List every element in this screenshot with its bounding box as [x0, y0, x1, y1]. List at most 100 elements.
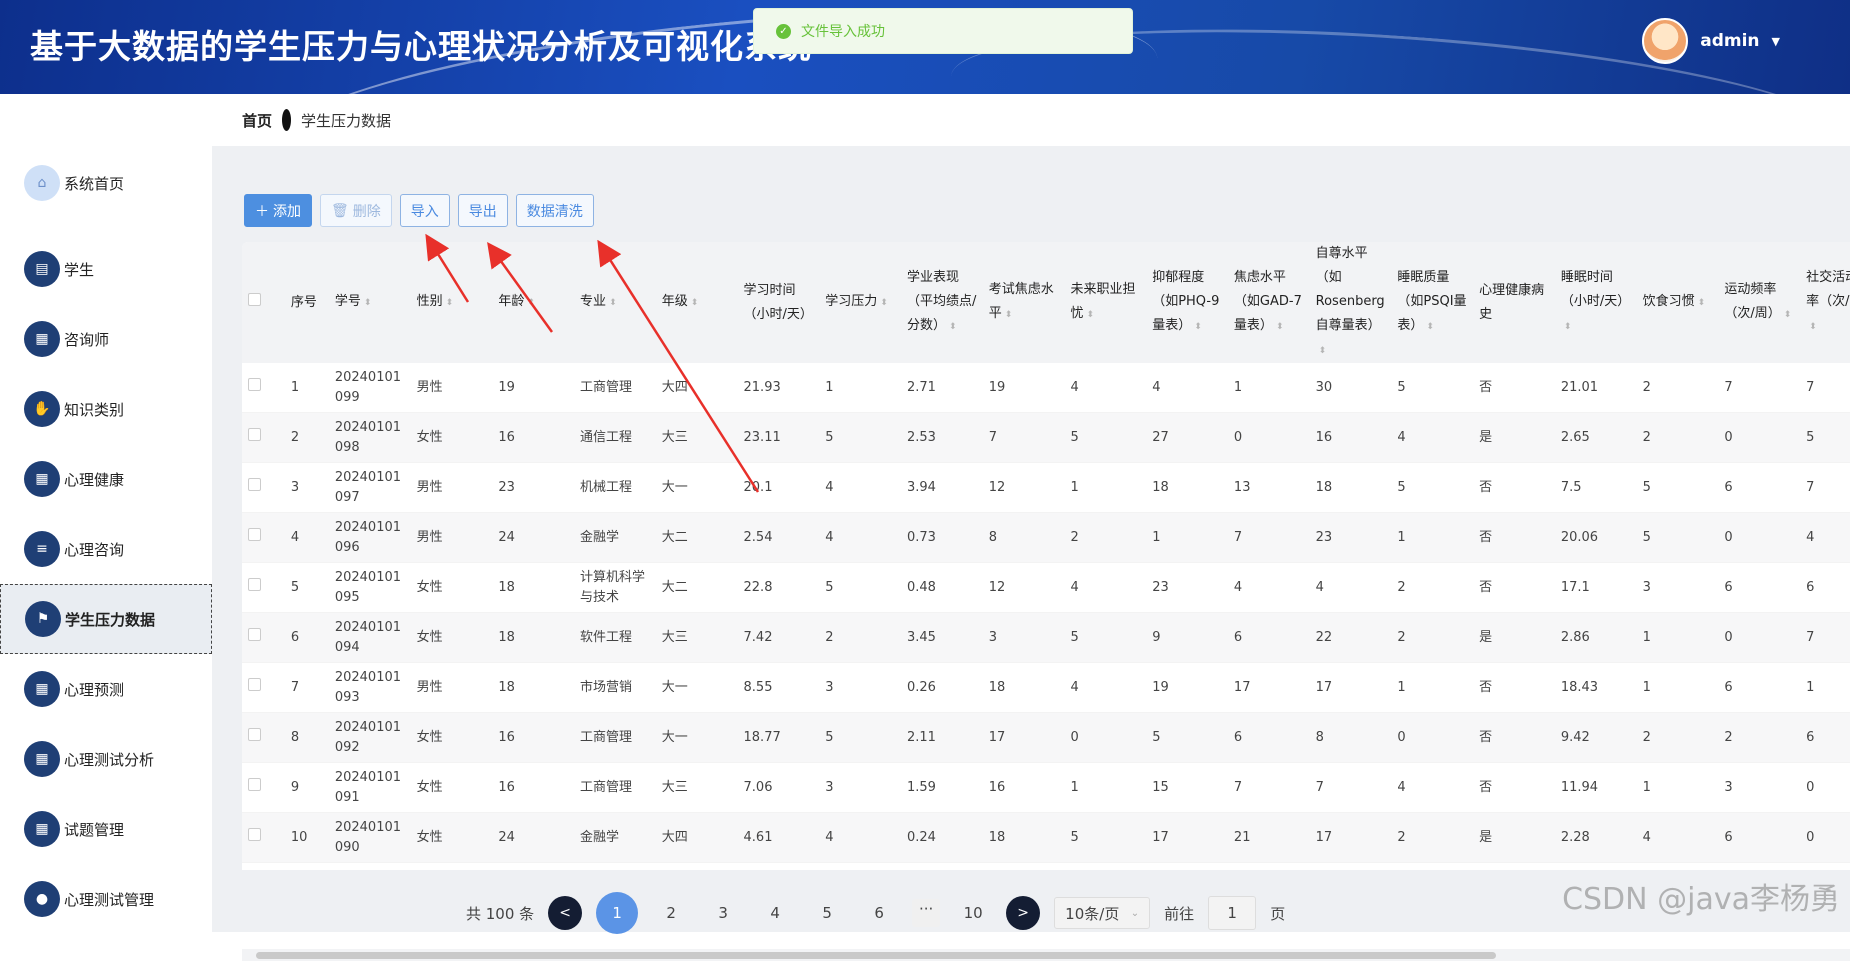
row-checkbox[interactable] — [248, 677, 261, 691]
sidebar-item[interactable]: ▦ 心理预测 — [0, 654, 212, 724]
row-checkbox-cell[interactable] — [242, 562, 285, 613]
sort-icon[interactable]: ⬍ — [1564, 322, 1572, 332]
page-4[interactable]: 4 — [756, 904, 794, 922]
row-checkbox[interactable] — [248, 377, 261, 391]
delete-button[interactable]: 🗑 删除 — [320, 194, 392, 227]
username[interactable]: admin — [1700, 31, 1759, 51]
row-checkbox-cell[interactable] — [242, 612, 285, 663]
sidebar-item[interactable]: ⌂ 系统首页 — [0, 148, 212, 218]
column-header[interactable]: 饮食习惯 ⬍ — [1636, 242, 1719, 363]
prev-page-button[interactable]: < — [548, 896, 583, 930]
sort-icon[interactable]: ⬍ — [1276, 322, 1284, 332]
horizontal-scrollbar[interactable] — [242, 949, 1850, 961]
sort-icon[interactable]: ⬍ — [1086, 310, 1094, 320]
row-checkbox-cell[interactable] — [242, 762, 285, 813]
row-checkbox-cell[interactable] — [242, 512, 285, 563]
column-header[interactable]: 抑郁程度（如PHQ-9量表） ⬍ — [1146, 242, 1228, 363]
sort-icon[interactable]: ⬍ — [1784, 310, 1792, 320]
more-pages-icon[interactable]: ··· — [912, 899, 941, 927]
table-row[interactable]: 2 20240101098 女性 16 通信工程 大三 23.11 5 2.53 7 5 27 0 16 4… — [242, 412, 1850, 463]
goto-page-input[interactable]: 1 — [1208, 896, 1257, 930]
sidebar-item[interactable]: ▦ 心理健康 — [0, 444, 212, 514]
table-row[interactable]: 9 20240101091 女性 16 工商管理 大三 7.06 3 1.59 16 1 15 7 7 4 否… — [242, 762, 1850, 813]
sort-icon[interactable]: ⬍ — [609, 298, 617, 308]
sort-icon[interactable]: ⬍ — [1194, 322, 1202, 332]
column-header[interactable]: 社交活动频率（次/周） ⬍ — [1800, 242, 1850, 363]
table-row[interactable]: 7 20240101093 男性 18 市场营销 大一 8.55 3 0.26 18 4 19 17 17… — [242, 662, 1850, 713]
avatar[interactable] — [1642, 18, 1689, 64]
chevron-down-icon[interactable]: ▼ — [1772, 35, 1780, 48]
row-checkbox[interactable] — [248, 827, 261, 841]
sidebar-item[interactable]: ✋ 知识类别 — [0, 374, 212, 444]
sort-icon[interactable]: ⬍ — [1698, 298, 1706, 308]
row-checkbox-cell[interactable] — [242, 662, 285, 713]
sidebar-item[interactable]: ▤ 学生 — [0, 234, 212, 304]
row-checkbox[interactable] — [248, 727, 261, 741]
table-row[interactable]: 8 20240101092 女性 16 工商管理 大一 18.77 5 2.11 17 0 5 6 8 0 否… — [242, 712, 1850, 763]
table-row[interactable]: 10 20240101090 女性 24 金融学 大四 4.61 4 0.24 18 5 17 21 17… — [242, 812, 1850, 863]
table-row[interactable]: 6 20240101094 女性 18 软件工程 大三 7.42 2 3.45 3 5 9 6 22 2 是 2… — [242, 612, 1850, 663]
column-header[interactable]: 学习压力 ⬍ — [819, 242, 901, 363]
row-checkbox[interactable] — [248, 577, 261, 591]
column-header[interactable]: 睡眠质量（如PSQI量表） ⬍ — [1391, 242, 1474, 363]
row-checkbox[interactable] — [248, 527, 261, 541]
row-checkbox[interactable] — [248, 777, 261, 791]
column-header[interactable]: 学号 ⬍ — [328, 242, 411, 363]
column-header[interactable]: 睡眠时间（小时/天） ⬍ — [1554, 242, 1637, 363]
sidebar-item[interactable]: ≡ 心理咨询 — [0, 514, 212, 584]
select-all-checkbox[interactable] — [248, 292, 261, 306]
column-header[interactable]: 自尊水平（如Rosenberg自尊量表） ⬍ — [1309, 242, 1392, 363]
column-header[interactable]: 序号 — [284, 242, 329, 363]
row-checkbox-cell[interactable] — [242, 712, 285, 763]
row-checkbox[interactable] — [248, 427, 261, 441]
page-6[interactable]: 6 — [860, 904, 898, 922]
sidebar-item[interactable]: ▦ 试题管理 — [0, 794, 212, 864]
import-button[interactable]: 导入 — [399, 194, 450, 227]
sidebar-item[interactable]: ● 心理测试管理 — [0, 864, 212, 934]
table-row[interactable]: 5 20240101095 女性 18 计算机科学与技术 大二 22.8 5 0.48 12 4 23… — [242, 562, 1850, 613]
row-checkbox-cell[interactable] — [242, 363, 285, 413]
column-header[interactable]: 运动频率（次/周） ⬍ — [1718, 242, 1801, 363]
sort-icon[interactable]: ⬍ — [1809, 322, 1817, 332]
table-row[interactable]: 4 20240101096 男性 24 金融学 大二 2.54 4 0.73 8 2 1 7 23 1 否 20… — [242, 512, 1850, 563]
sidebar-item[interactable]: ▦ 心理测试分析 — [0, 724, 212, 794]
page-2[interactable]: 2 — [652, 904, 690, 922]
table-row[interactable]: 3 20240101097 男性 23 机械工程 大一 20.1 4 3.94 12 1 18 13 18… — [242, 462, 1850, 513]
scrollbar-thumb[interactable] — [256, 952, 1496, 959]
column-header[interactable]: 未来职业担忧 ⬍ — [1064, 242, 1147, 363]
breadcrumb-home[interactable]: 首页 — [242, 110, 272, 131]
sort-icon[interactable]: ⬍ — [1005, 310, 1013, 320]
page-3[interactable]: 3 — [704, 904, 742, 922]
row-checkbox-cell[interactable] — [242, 412, 285, 463]
select-all-checkbox-cell[interactable] — [242, 242, 285, 363]
next-page-button[interactable]: > — [1006, 896, 1041, 930]
sidebar-item[interactable]: ⚑ 学生压力数据 — [0, 584, 212, 654]
page-size-select[interactable]: 10条/页 ⌄ — [1054, 897, 1151, 929]
sort-icon[interactable]: ⬍ — [880, 298, 888, 308]
row-checkbox[interactable] — [248, 477, 261, 491]
add-button[interactable]: ＋ 添加 — [244, 194, 312, 227]
page-10[interactable]: 10 — [954, 904, 992, 922]
user-menu[interactable]: admin ▼ — [1642, 18, 1780, 64]
sort-icon[interactable]: ⬍ — [949, 322, 957, 332]
table-row[interactable]: 1 20240101099 男性 19 工商管理 大四 21.93 1 2.71 19 4 4 1 30 5… — [242, 363, 1850, 413]
sort-icon[interactable]: ⬍ — [527, 298, 535, 308]
row-checkbox-cell[interactable] — [242, 462, 285, 513]
sort-icon[interactable]: ⬍ — [446, 298, 454, 308]
sort-icon[interactable]: ⬍ — [364, 298, 372, 308]
column-header[interactable]: 焦虑水平（如GAD-7量表） ⬍ — [1227, 242, 1310, 363]
sort-icon[interactable]: ⬍ — [1319, 346, 1327, 356]
column-header[interactable]: 性别 ⬍ — [410, 242, 493, 363]
column-header[interactable]: 年龄 ⬍ — [492, 242, 575, 363]
sidebar-item[interactable]: ▦ 咨询师 — [0, 304, 212, 374]
page-1[interactable]: 1 — [596, 892, 639, 934]
sort-icon[interactable]: ⬍ — [1426, 322, 1434, 332]
column-header[interactable]: 学业表现（平均绩点/分数） ⬍ — [900, 242, 983, 363]
row-checkbox[interactable] — [248, 627, 261, 641]
column-header[interactable]: 年级 ⬍ — [655, 242, 738, 363]
sort-icon[interactable]: ⬍ — [691, 298, 699, 308]
column-header[interactable]: 考试焦虑水平 ⬍ — [982, 242, 1065, 363]
column-header[interactable]: 学习时间（小时/天） — [737, 242, 820, 363]
column-header[interactable]: 专业 ⬍ — [574, 242, 656, 363]
row-checkbox-cell[interactable] — [242, 812, 285, 863]
